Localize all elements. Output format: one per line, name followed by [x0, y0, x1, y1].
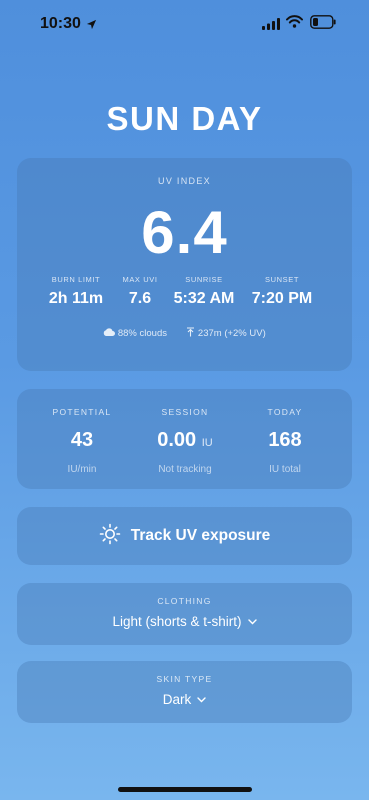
- track-uv-button[interactable]: Track UV exposure: [17, 507, 352, 565]
- stat-burn-limit: BURN LIMIT 2h 11m: [48, 275, 104, 308]
- home-indicator[interactable]: [118, 787, 252, 792]
- chevron-down-icon: [242, 614, 257, 629]
- wifi-icon: [286, 15, 303, 33]
- stat-value: 2h 11m: [48, 290, 104, 307]
- stat-value: 5:32 AM: [173, 290, 235, 307]
- stat-value: 7.6: [128, 290, 152, 307]
- clothing-select[interactable]: Light (shorts & t-shirt): [112, 614, 257, 629]
- track-uv-label: Track UV exposure: [130, 527, 271, 544]
- session-value: 0.00: [157, 429, 197, 451]
- stat-sunset: SUNSET 7:20 PM: [246, 275, 318, 308]
- skin-type-select[interactable]: Dark: [163, 692, 207, 707]
- potential-label: POTENTIAL: [52, 407, 112, 417]
- clouds-text: 88% clouds: [117, 328, 167, 339]
- stat-label: SUNRISE: [185, 275, 223, 284]
- uv-index-label: UV INDEX: [158, 176, 211, 186]
- clothing-card: CLOTHING Light (shorts & t-shirt): [17, 583, 352, 645]
- session-label: SESSION: [161, 407, 209, 417]
- stat-sunrise: SUNRISE 5:32 AM: [168, 275, 240, 308]
- today-label: TODAY: [267, 407, 303, 417]
- uv-index-card: UV INDEX 6.4 BURN LIMIT 2h 11m MAX UVI 7…: [17, 158, 352, 371]
- session-value-row: 0.00 IU: [145, 429, 225, 452]
- stat-value: 7:20 PM: [251, 290, 313, 307]
- stat-label: BURN LIMIT: [51, 275, 101, 284]
- skin-type-card: SKIN TYPE Dark: [17, 661, 352, 723]
- clothing-value: Light (shorts & t-shirt): [112, 614, 242, 629]
- today-value: 168: [268, 429, 302, 451]
- today-unit: IU total: [269, 464, 301, 475]
- potential-value: 43: [70, 429, 94, 451]
- skin-type-value: Dark: [162, 692, 192, 707]
- stat-label: SUNSET: [264, 275, 300, 284]
- location-arrow-icon: [86, 17, 97, 35]
- altitude-uv-text: (+2% UV): [224, 328, 266, 339]
- status-bar: 10:30: [0, 0, 369, 48]
- app-title: SUN DAY: [106, 100, 263, 137]
- altitude-text: 237m: [197, 328, 222, 339]
- skin-type-label: SKIN TYPE: [156, 674, 213, 684]
- altitude-arrow-icon: [186, 327, 195, 340]
- uv-meta-row: 88% clouds 237m (+2% UV): [17, 327, 352, 340]
- uv-index-value: 6.4: [141, 199, 228, 266]
- signal-icon: [262, 17, 280, 35]
- potential-column: POTENTIAL 43 IU/min: [47, 407, 117, 475]
- potential-unit: IU/min: [67, 464, 97, 475]
- chevron-down-icon: [191, 692, 206, 707]
- session-unit: IU: [201, 437, 213, 449]
- clothing-label: CLOTHING: [157, 596, 212, 606]
- stat-label: MAX UVI: [122, 275, 158, 284]
- status-time: 10:30: [40, 15, 81, 32]
- stat-max-uvi: MAX UVI 7.6: [118, 275, 162, 308]
- cloud-icon: [103, 328, 116, 339]
- session-status: Not tracking: [158, 464, 212, 475]
- today-column: TODAY 168 IU total: [253, 407, 317, 475]
- session-column: SESSION 0.00 IU Not tracking: [145, 407, 225, 475]
- tracking-card: POTENTIAL 43 IU/min SESSION 0.00 IU Not …: [17, 389, 352, 489]
- sun-icon: [99, 523, 131, 550]
- battery-icon: [310, 15, 336, 34]
